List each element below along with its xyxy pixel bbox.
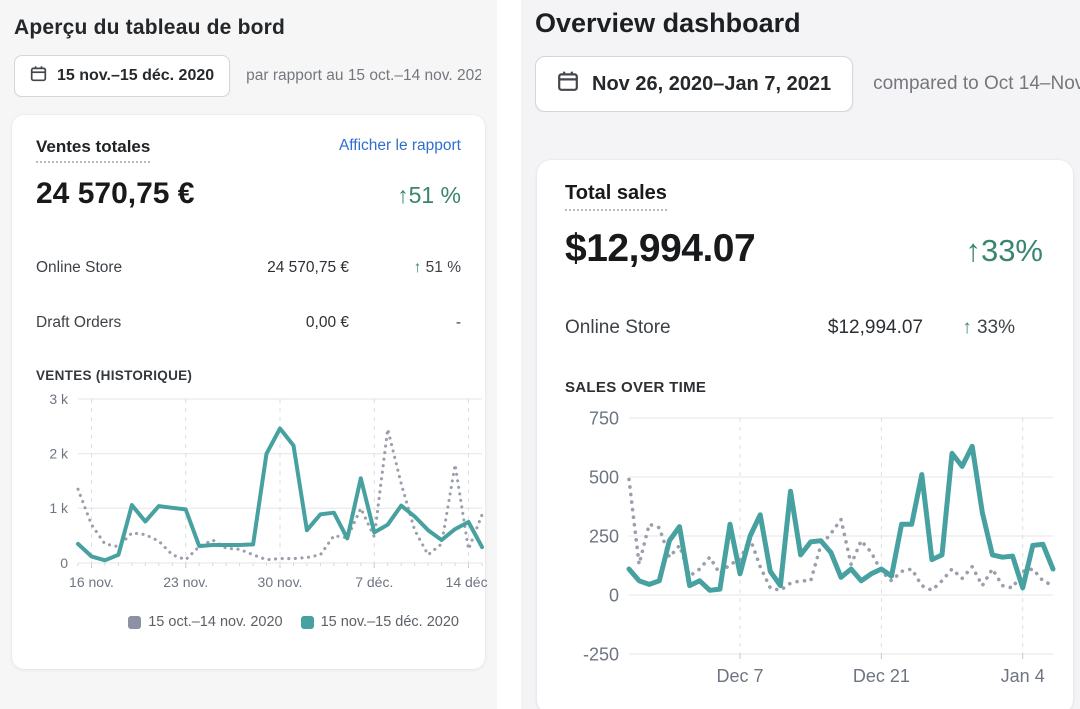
dashboard-panel-en: Overview dashboard Nov 26, 2020–Jan 7, 2… — [521, 0, 1080, 709]
channel-value: $12,994.07 — [733, 317, 923, 339]
legend-item-previous: 15 oct.–14 nov. 2020 — [128, 614, 282, 630]
channel-delta: ↑ 33% — [923, 317, 1043, 339]
calendar-icon — [557, 70, 579, 98]
svg-text:1 k: 1 k — [49, 500, 69, 516]
total-sales-delta: ↑33% — [965, 233, 1043, 269]
date-range-button[interactable]: Nov 26, 2020–Jan 7, 2021 — [535, 56, 853, 112]
comparison-period-text: compared to Oct 14–Nov, — [873, 73, 1080, 95]
legend-swatch-teal — [301, 616, 314, 629]
svg-text:Dec 7: Dec 7 — [716, 666, 763, 686]
channel-row: Online Store 24 570,75 € ↑ 51 % — [36, 259, 461, 277]
date-controls: 15 nov.–15 déc. 2020 par rapport au 15 o… — [14, 55, 481, 97]
svg-text:30 nov.: 30 nov. — [258, 574, 303, 590]
svg-text:Jan 4: Jan 4 — [1001, 666, 1045, 686]
svg-text:0: 0 — [609, 585, 619, 605]
channel-row: Online Store $12,994.07 ↑ 33% — [565, 317, 1043, 339]
panel-divider — [497, 0, 521, 709]
svg-text:0: 0 — [60, 555, 68, 571]
svg-text:23 nov.: 23 nov. — [163, 574, 208, 590]
date-range-label: Nov 26, 2020–Jan 7, 2021 — [592, 73, 831, 96]
up-arrow-icon: ↑ — [414, 259, 422, 276]
legend-item-current: 15 nov.–15 déc. 2020 — [301, 614, 459, 630]
channel-label: Draft Orders — [36, 314, 121, 332]
sales-history-chart: 01 k2 k3 k16 nov.23 nov.30 nov.7 déc.14 … — [36, 389, 461, 602]
chart-legend: 15 oct.–14 nov. 2020 15 nov.–15 déc. 202… — [36, 614, 461, 630]
svg-text:-250: -250 — [583, 644, 619, 664]
date-range-label: 15 nov.–15 déc. 2020 — [57, 67, 214, 85]
total-sales-value: $12,994.07 — [565, 227, 755, 271]
chart-heading: SALES OVER TIME — [565, 379, 1043, 396]
metric-title[interactable]: Ventes totales — [36, 137, 150, 163]
view-report-link[interactable]: Afficher le rapport — [339, 137, 461, 155]
svg-text:Dec 21: Dec 21 — [853, 666, 910, 686]
channel-delta: ↑ 51 % — [349, 259, 461, 277]
channel-label: Online Store — [565, 317, 671, 339]
svg-text:500: 500 — [589, 467, 619, 487]
svg-text:2 k: 2 k — [49, 446, 69, 462]
legend-swatch-gray — [128, 616, 141, 629]
svg-text:14 déc.: 14 déc. — [446, 574, 488, 590]
metric-title[interactable]: Total sales — [565, 182, 667, 211]
sales-over-time-chart: -250 0 250 500 750 Dec 7 Dec 21 Jan 4 — [565, 404, 1043, 705]
page-title: Overview dashboard — [535, 8, 1080, 39]
svg-text:250: 250 — [589, 526, 619, 546]
channel-value: 0,00 € — [229, 314, 349, 332]
calendar-icon — [30, 65, 47, 87]
svg-text:3 k: 3 k — [49, 391, 69, 407]
date-controls: Nov 26, 2020–Jan 7, 2021 compared to Oct… — [535, 56, 1080, 112]
up-arrow-icon: ↑ — [962, 317, 972, 338]
total-sales-card: Total sales $12,994.07 ↑33% Online Store… — [537, 160, 1073, 709]
panel-header: Overview dashboard Nov 26, 2020–Jan 7, 2… — [521, 0, 1080, 112]
svg-text:16 nov.: 16 nov. — [69, 574, 114, 590]
panel-header: Aperçu du tableau de bord 15 nov.–15 déc… — [0, 0, 497, 97]
channel-label: Online Store — [36, 259, 122, 277]
chart-heading: VENTES (HISTORIQUE) — [36, 368, 461, 383]
dashboard-panel-fr: Aperçu du tableau de bord 15 nov.–15 déc… — [0, 0, 497, 709]
page-title: Aperçu du tableau de bord — [14, 16, 481, 40]
channel-value: 24 570,75 € — [229, 259, 349, 277]
date-range-button[interactable]: 15 nov.–15 déc. 2020 — [14, 55, 230, 97]
channel-delta: - — [349, 314, 461, 332]
comparison-period-text: par rapport au 15 oct.–14 nov. 2020 — [246, 67, 481, 85]
svg-text:750: 750 — [589, 408, 619, 428]
total-sales-value: 24 570,75 € — [36, 177, 194, 211]
channel-row: Draft Orders 0,00 € - — [36, 314, 461, 332]
svg-text:7 déc.: 7 déc. — [355, 574, 393, 590]
total-sales-card: Ventes totales Afficher le rapport 24 57… — [12, 115, 485, 669]
total-sales-delta: ↑51 % — [397, 182, 461, 209]
